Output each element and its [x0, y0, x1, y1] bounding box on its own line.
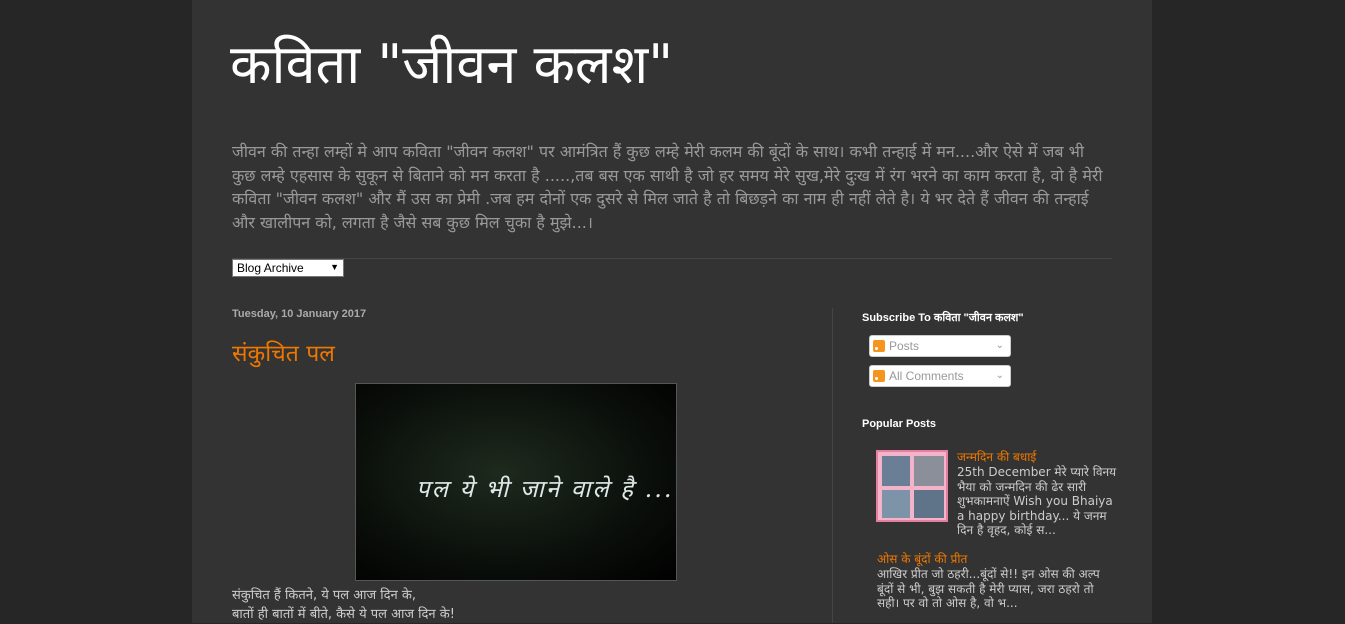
post-image-calligraphy: पल ये भी जाने वाले है ... [416, 475, 674, 503]
feed-posts-label: Posts [889, 339, 920, 353]
header-divider [232, 258, 1112, 259]
blog-archive-select[interactable]: Blog Archive ▼ [232, 259, 344, 277]
dropdown-arrow-icon: ▼ [330, 262, 339, 272]
popular-post-snippet: आखिर प्रीत जो ठहरी...बूंदों से!! इन ओस क… [877, 567, 1100, 610]
post-date: Tuesday, 10 January 2017 [232, 308, 367, 320]
post-body: संकुचित हैं कितने, ये पल आज दिन के, बातो… [232, 586, 692, 624]
popular-post-title-link[interactable]: जन्मदिन की बधाई [957, 448, 1036, 465]
rss-feed-icon [873, 340, 885, 352]
post-image[interactable]: पल ये भी जाने वाले है ... [355, 383, 677, 581]
feed-comments-button[interactable]: All Comments ⌄ [869, 365, 1011, 387]
blog-archive-label: Blog Archive [237, 261, 304, 275]
column-divider [832, 308, 833, 623]
chevron-down-icon: ⌄ [995, 370, 1004, 381]
post-line: बातों ही बातों में बीते, कैसे ये पल आज द… [232, 607, 455, 622]
post-title-link[interactable]: संकुचित पल [232, 336, 335, 368]
feed-comments-label: All Comments [889, 369, 964, 383]
popular-post-snippet: 25th December मेरे प्यारे विनय भैया को ज… [957, 465, 1117, 537]
feed-posts-button[interactable]: Posts ⌄ [869, 335, 1011, 357]
popular-posts-title: Popular Posts [862, 418, 936, 430]
blog-container: कविता "जीवन कलश" जीवन की तन्हा लम्हों मे… [192, 0, 1152, 623]
chevron-down-icon: ⌄ [995, 340, 1004, 351]
popular-post-thumbnail[interactable] [876, 450, 948, 522]
post-line: संकुचित हैं कितने, ये पल आज दिन के, [232, 588, 417, 603]
blog-description: जीवन की तन्हा लम्हों मे आप कविता "जीवन क… [232, 142, 1103, 232]
popular-post-title-link[interactable]: ओस के बूंदों की प्रीत [877, 550, 967, 567]
blog-title[interactable]: कविता "जीवन कलश" [230, 30, 673, 100]
subscribe-widget-title: Subscribe To कविता "जीवन कलश" [862, 312, 1024, 324]
rss-feed-icon [873, 370, 885, 382]
